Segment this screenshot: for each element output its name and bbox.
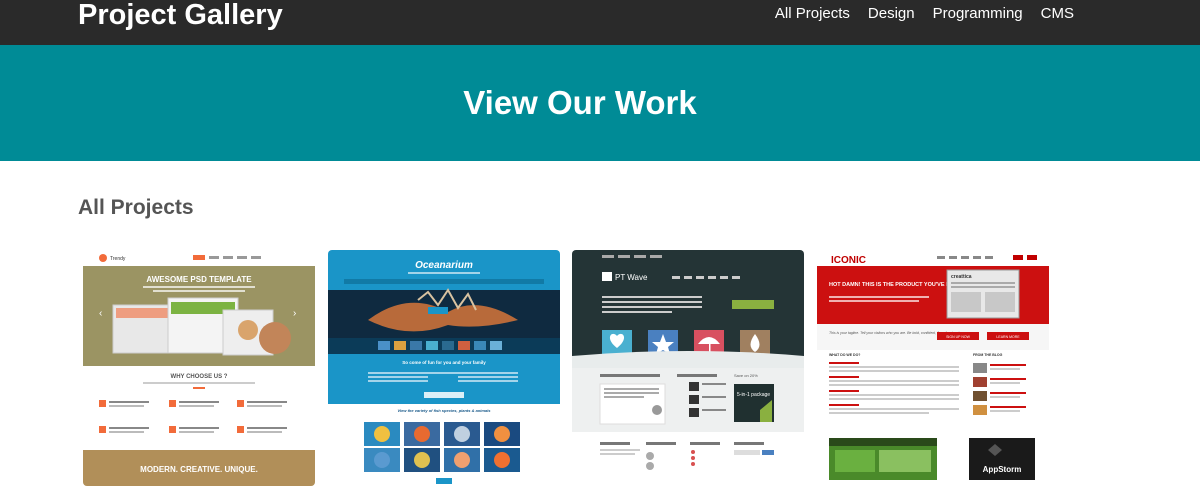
svg-text:›: › <box>293 308 296 319</box>
iconic-appstorm-logo: AppStorm <box>983 465 1022 474</box>
trendy-subhead: WHY CHOOSE US ? <box>171 374 228 380</box>
svg-text:‹: ‹ <box>99 308 102 319</box>
iconic-left-title: WHAT DO WE DO? <box>829 353 860 357</box>
iconic-preview: ICONIC HOT DAMN! THIS IS THE PRODUCT YOU… <box>817 250 1049 486</box>
oceanarium-logo: Oceanarium <box>415 260 473 271</box>
ptwave-preview: PT Wave Save on 20% 5-in-1 package <box>572 250 804 486</box>
trendy-preview: Trendy AWESOME PSD TEMPLATE ‹ › WHY CHOO… <box>83 250 315 486</box>
nav-design[interactable]: Design <box>859 5 924 23</box>
iconic-learn-button: LEARN MORE <box>996 335 1020 339</box>
iconic-logo: ICONIC <box>831 255 866 266</box>
trendy-brand: Trendy <box>110 256 126 262</box>
project-thumbnail-ptwave[interactable]: PT Wave Save on 20% 5-in-1 package <box>572 250 804 486</box>
project-thumbnail-iconic[interactable]: ICONIC HOT DAMN! THIS IS THE PRODUCT YOU… <box>817 250 1049 486</box>
ptwave-sidebar-title: Save on 20% <box>734 373 758 378</box>
iconic-right-title: FROM THE BLOG <box>973 353 1003 357</box>
project-thumbnail-trendy[interactable]: Trendy AWESOME PSD TEMPLATE ‹ › WHY CHOO… <box>83 250 315 486</box>
top-navbar: Project Gallery All Projects Design Prog… <box>0 0 1200 45</box>
iconic-signup-button: SIGN UP NOW <box>946 335 971 339</box>
ptwave-logo: PT Wave <box>615 273 648 282</box>
project-thumbnail-oceanarium[interactable]: Oceanarium So come of fun for you and yo… <box>328 250 560 486</box>
trendy-headline: AWESOME PSD TEMPLATE <box>146 275 252 284</box>
iconic-inset-label: creattica <box>951 274 972 280</box>
oceanarium-subhead: View the variety of fish species, plants… <box>398 408 492 413</box>
section-title: All Projects <box>78 196 194 219</box>
nav-cms[interactable]: CMS <box>1032 5 1074 23</box>
trendy-footer: MODERN. CREATIVE. UNIQUE. <box>140 465 258 474</box>
main-nav: All Projects Design Programming CMS <box>766 5 1074 23</box>
brand-logo-link[interactable]: Project Gallery <box>78 0 283 32</box>
hero-banner: View Our Work <box>0 45 1200 161</box>
nav-programming[interactable]: Programming <box>924 5 1032 23</box>
oceanarium-tagline: So come of fun for you and your family <box>402 360 486 365</box>
ptwave-badge: 5-in-1 package <box>737 392 770 398</box>
nav-all-projects[interactable]: All Projects <box>766 5 859 23</box>
oceanarium-preview: Oceanarium So come of fun for you and yo… <box>328 250 560 486</box>
hero-title: View Our Work <box>463 84 697 121</box>
